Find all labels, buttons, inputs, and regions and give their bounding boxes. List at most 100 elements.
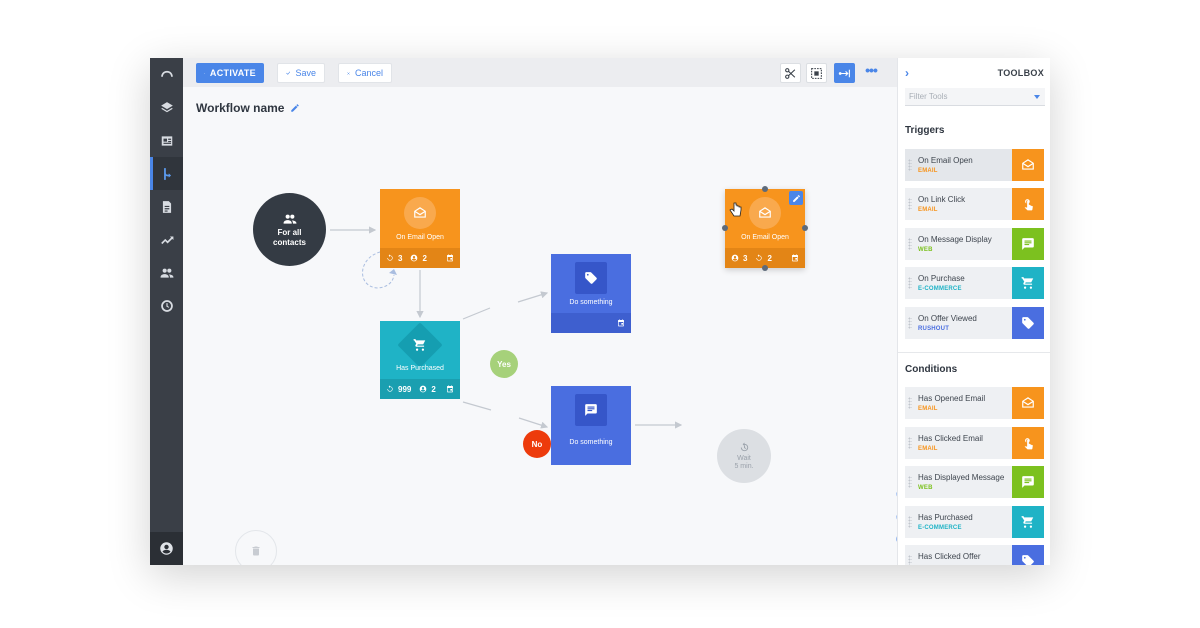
node-label: On Email Open (741, 234, 789, 241)
connect-arrow-icon (838, 69, 850, 77)
item-type: E-COMMERCE (918, 525, 962, 531)
drag-handle-icon[interactable] (908, 555, 912, 565)
calendar-icon[interactable] (446, 385, 454, 393)
select-tool-button[interactable] (806, 63, 827, 83)
connector-no-to-action (518, 417, 549, 429)
condition-item[interactable]: Has Clicked Email EMAIL (905, 427, 1044, 459)
trigger-item[interactable]: On Link Click EMAIL (905, 188, 1044, 220)
nav-account[interactable] (150, 532, 183, 565)
node-has-purchased[interactable]: Has Purchased 999 2 (380, 321, 460, 399)
nav-documents[interactable] (150, 190, 183, 223)
item-name: On Message Display (918, 235, 992, 244)
people-icon (160, 268, 173, 278)
envelope-icon (1022, 397, 1034, 408)
drag-handle-icon[interactable] (908, 317, 912, 329)
item-icon-tile (1012, 307, 1044, 339)
item-icon-tile (1012, 267, 1044, 299)
item-type: WEB (918, 485, 933, 491)
document-icon (162, 200, 171, 213)
drag-handle-icon[interactable] (908, 437, 912, 449)
nav-analytics[interactable] (150, 223, 183, 256)
nav-dashboard[interactable] (150, 58, 183, 91)
workflow-canvas[interactable]: Workflow name For all contacts On Email … (183, 87, 910, 565)
item-icon-tile (1012, 427, 1044, 459)
nav-people[interactable] (150, 256, 183, 289)
nav-contacts-card[interactable] (150, 124, 183, 157)
editor-toolbar: ACTIVATE Save Cancel ••• (183, 58, 897, 87)
item-icon-tile (1012, 545, 1044, 565)
cart-icon (413, 339, 426, 351)
condition-item[interactable]: Has Displayed Message WEB (905, 466, 1044, 498)
message-icon (1022, 238, 1034, 250)
drag-handle-icon[interactable] (908, 277, 912, 289)
item-name: On Offer Viewed (918, 314, 977, 323)
message-icon (585, 404, 597, 416)
pointer-hand-icon (1024, 199, 1033, 211)
edit-pencil-icon (792, 194, 800, 202)
activate-button[interactable]: ACTIVATE (196, 63, 264, 83)
item-icon-tile (1012, 228, 1044, 260)
nav-workflows[interactable] (150, 157, 183, 190)
item-icon-tile (1012, 149, 1044, 181)
wait-line2: 5 min. (734, 462, 754, 470)
condition-item[interactable]: Has Opened Email EMAIL (905, 387, 1044, 419)
more-options-icon[interactable]: ••• (861, 63, 881, 83)
save-button[interactable]: Save (277, 63, 325, 83)
branch-no-badge[interactable]: No (523, 430, 551, 458)
timer-icon (740, 442, 748, 451)
node-do-something-tag[interactable]: Do something (551, 254, 631, 333)
calendar-icon[interactable] (617, 319, 625, 327)
dashboard-icon (160, 70, 173, 77)
drag-handle-icon[interactable] (908, 238, 912, 250)
cut-tool-button[interactable] (780, 63, 801, 83)
wait-node[interactable]: Wait 5 min. (717, 429, 771, 483)
node-do-something-message[interactable]: Do something (551, 386, 631, 465)
item-type: E-COMMERCE (918, 286, 962, 292)
collapse-chevron-icon[interactable]: › (905, 66, 909, 80)
node-edit-button[interactable] (789, 191, 803, 205)
condition-item[interactable]: Has Clicked Offer (905, 545, 1044, 565)
branch-yes-badge[interactable]: Yes (490, 350, 518, 378)
connector-yes-to-action (517, 291, 549, 303)
node-footer: 3 2 (380, 248, 460, 268)
node-label: Do something (569, 299, 613, 306)
toolbox-header: › TOOLBOX (898, 58, 1050, 87)
trigger-item[interactable]: On Message Display WEB (905, 228, 1044, 260)
trigger-item[interactable]: On Purchase E-COMMERCE (905, 267, 1044, 299)
node-count-contacts: 2 (431, 384, 436, 394)
item-name: Has Opened Email (918, 394, 986, 403)
delete-dropzone[interactable] (235, 530, 277, 565)
trigger-item[interactable]: On Offer Viewed RUSHOUT (905, 307, 1044, 339)
wait-line1: Wait (737, 454, 751, 462)
calendar-icon[interactable] (791, 254, 799, 262)
nav-speed[interactable] (150, 289, 183, 322)
contact-card-icon (161, 135, 172, 146)
node-icon-wrap (749, 197, 781, 229)
people-icon (283, 214, 296, 224)
node-on-email-open[interactable]: On Email Open 3 2 (380, 189, 460, 268)
refresh-icon (387, 385, 393, 392)
drag-handle-icon[interactable] (908, 198, 912, 210)
item-name: Has Clicked Offer (918, 552, 981, 561)
cancel-button[interactable]: Cancel (338, 63, 392, 83)
drag-handle-icon[interactable] (908, 516, 912, 528)
drag-handle-icon[interactable] (908, 397, 912, 409)
node-icon-wrap (404, 197, 436, 229)
drag-handle-icon[interactable] (908, 159, 912, 171)
tag-icon (1022, 317, 1034, 329)
connector-purchased-to-yes (462, 307, 491, 320)
filter-tools-dropdown[interactable]: Filter Tools (905, 88, 1045, 106)
trigger-item[interactable]: On Email Open EMAIL (905, 149, 1044, 181)
calendar-icon[interactable] (446, 254, 454, 262)
start-node-all-contacts[interactable]: For all contacts (253, 193, 326, 266)
loop-arrowhead (389, 269, 397, 275)
nav-layers[interactable] (150, 91, 183, 124)
connect-tool-button[interactable] (834, 63, 855, 83)
cart-icon (1021, 516, 1034, 528)
node-label: Do something (569, 439, 613, 446)
drag-handle-icon[interactable] (908, 476, 912, 488)
node-count-repeat: 2 (767, 253, 772, 263)
check-icon (286, 71, 291, 75)
condition-item[interactable]: Has Purchased E-COMMERCE (905, 506, 1044, 538)
node-on-email-open-selected[interactable]: On Email Open 3 2 (725, 189, 805, 268)
